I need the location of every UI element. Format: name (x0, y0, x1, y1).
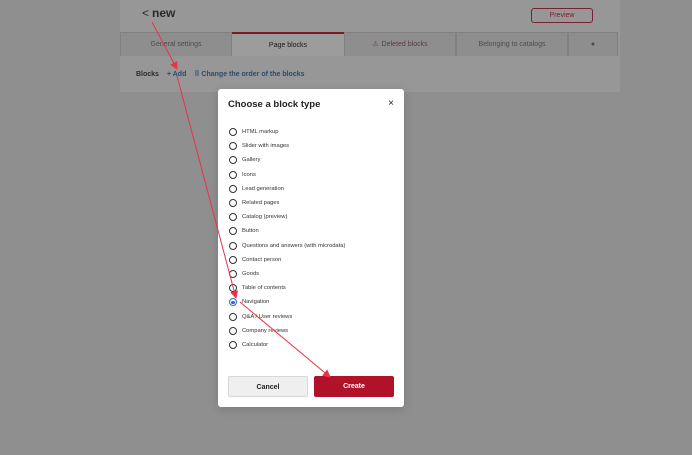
option-label: Icons (242, 171, 256, 178)
block-type-option[interactable]: Table of contents (229, 281, 399, 295)
tab-deleted-blocks-label: Deleted blocks (381, 41, 428, 48)
radio-button[interactable] (229, 142, 237, 151)
radio-button[interactable] (229, 284, 237, 293)
add-block-link[interactable]: + Add (167, 71, 186, 78)
block-type-option[interactable]: Catalog (preview) (229, 210, 399, 224)
radio-button[interactable] (229, 227, 237, 236)
blocks-label: Blocks (136, 70, 159, 78)
block-type-option[interactable]: Q&A / User reviews (229, 309, 399, 323)
block-type-option[interactable]: Related pages (229, 196, 399, 210)
radio-button[interactable] (229, 326, 237, 335)
option-label: Table of contents (242, 285, 286, 292)
close-icon[interactable]: × (388, 98, 394, 109)
option-label: Company reviews (242, 327, 289, 334)
tab-general-settings[interactable]: General settings (120, 32, 232, 56)
radio-button[interactable] (229, 269, 237, 278)
block-type-option[interactable]: Calculator (229, 338, 399, 352)
radio-button[interactable] (229, 298, 237, 307)
chevron-left-icon: < (142, 6, 150, 20)
warning-icon: ⚠ (372, 41, 379, 48)
block-type-option[interactable]: Button (229, 224, 399, 238)
block-type-option[interactable]: Contact person (229, 253, 399, 267)
option-label: Calculator (242, 341, 269, 348)
block-type-option[interactable]: Icons (229, 168, 399, 182)
option-label: Catalog (preview) (242, 214, 288, 221)
radio-button[interactable] (229, 255, 237, 264)
option-label: Slider with images (242, 143, 290, 150)
background-page: < new Preview General settings Page block… (120, 0, 620, 92)
preview-button[interactable]: Preview (531, 8, 593, 23)
block-type-option[interactable]: Gallery (229, 153, 399, 167)
block-type-option[interactable]: Navigation (229, 295, 399, 309)
option-label: Q&A / User reviews (242, 313, 293, 320)
option-label: HTML markup (242, 129, 279, 136)
radio-button[interactable] (229, 340, 237, 349)
tab-more[interactable]: ● (568, 32, 618, 56)
option-label: Gallery (242, 157, 261, 164)
back-link[interactable]: < new (142, 6, 175, 20)
option-label: Goods (242, 270, 260, 277)
page-title: new (152, 6, 176, 20)
tab-page-blocks[interactable]: Page blocks (232, 32, 344, 56)
page-header: < new Preview (120, 4, 620, 26)
tab-belonging-to-catalogs[interactable]: Belonging to catalogs (456, 32, 568, 56)
option-label: Navigation (242, 299, 270, 306)
create-button[interactable]: Create (314, 376, 394, 397)
option-label: Contact person (242, 256, 282, 263)
radio-button[interactable] (229, 156, 237, 165)
radio-button[interactable] (229, 241, 237, 250)
block-type-option[interactable]: HTML markup (229, 125, 399, 139)
option-label: Lead generation (242, 185, 284, 192)
radio-button[interactable] (229, 170, 237, 179)
block-type-option[interactable]: Questions and answers (with microdata) (229, 239, 399, 253)
block-type-option[interactable]: Slider with images (229, 139, 399, 153)
radio-button[interactable] (229, 199, 237, 208)
option-label: Questions and answers (with microdata) (242, 242, 346, 249)
blocks-toolbar: Blocks + Add ⠿ Change the order of the b… (136, 70, 305, 79)
tab-bar: General settings Page blocks ⚠ Deleted bl… (120, 32, 620, 56)
block-type-option[interactable]: Company reviews (229, 324, 399, 338)
dialog-title: Choose a block type (228, 99, 321, 110)
radio-button[interactable] (229, 312, 237, 321)
option-label: Button (242, 228, 259, 235)
option-label: Related pages (242, 200, 280, 207)
cancel-button[interactable]: Cancel (228, 376, 308, 397)
radio-button[interactable] (229, 128, 237, 137)
change-order-link[interactable]: ⠿ Change the order of the blocks (194, 70, 304, 78)
block-type-option[interactable]: Lead generation (229, 182, 399, 196)
block-type-options: HTML markup Slider with images Gallery I… (229, 125, 399, 352)
tab-deleted-blocks[interactable]: ⚠ Deleted blocks (344, 32, 456, 56)
block-type-option[interactable]: Goods (229, 267, 399, 281)
radio-button[interactable] (229, 184, 237, 193)
choose-block-type-dialog: Choose a block type × HTML markup Slider… (218, 89, 404, 407)
radio-button[interactable] (229, 213, 237, 222)
settings-icon: ● (590, 41, 596, 48)
